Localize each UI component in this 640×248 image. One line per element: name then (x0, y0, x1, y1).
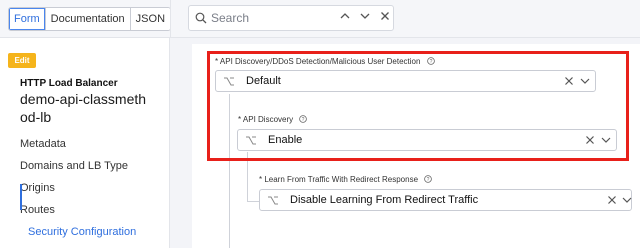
tree-line (247, 201, 259, 202)
object-type: HTTP Load Balancer (20, 78, 118, 89)
search-clear-button[interactable] (378, 9, 392, 23)
nav-item-routes[interactable]: Routes (20, 204, 55, 216)
search-nav (338, 9, 392, 23)
tab-form[interactable]: Form (9, 8, 46, 30)
option-icon (268, 196, 278, 205)
close-icon (381, 12, 389, 20)
help-circle-icon[interactable]: ? (424, 175, 433, 183)
search-prev-button[interactable] (338, 9, 352, 23)
help-circle-icon[interactable]: ? (426, 57, 435, 65)
select-value: Enable (268, 134, 303, 146)
tree-line (229, 94, 230, 248)
view-tabs: Form Documentation JSON (8, 7, 172, 31)
option-icon (224, 77, 234, 86)
api-discovery-select[interactable]: Enable (237, 129, 617, 151)
chevron-down-icon[interactable] (601, 136, 611, 144)
field-label-detection: * API Discovery/DDoS Detection/Malicious… (215, 57, 435, 66)
chevron-down-icon (360, 13, 370, 19)
option-icon (246, 136, 256, 145)
chevron-down-icon[interactable] (622, 196, 632, 204)
close-icon[interactable] (607, 195, 617, 205)
top-divider (170, 0, 171, 38)
nav-item-metadata[interactable]: Metadata (20, 138, 66, 150)
nav-item-security[interactable]: Security Configuration (28, 226, 136, 238)
close-icon[interactable] (585, 135, 595, 145)
close-icon[interactable] (564, 76, 574, 86)
tree-line (247, 152, 248, 202)
tab-documentation[interactable]: Documentation (45, 8, 131, 30)
svg-text:?: ? (427, 177, 430, 183)
learn-redirect-select[interactable]: Disable Learning From Redirect Traffic (259, 189, 632, 211)
object-name: demo-api-classmeth od-lb (20, 91, 147, 125)
field-label-api-discovery: * API Discovery ? (238, 115, 308, 124)
svg-text:?: ? (429, 59, 432, 65)
chevron-up-icon (340, 13, 350, 19)
detection-select[interactable]: Default (215, 70, 596, 92)
svg-text:?: ? (302, 117, 305, 123)
main-gutter (171, 38, 191, 248)
help-circle-icon[interactable]: ? (299, 115, 308, 123)
left-panel: Edit HTTP Load Balancer demo-api-classme… (0, 38, 170, 248)
edit-badge: Edit (8, 53, 36, 68)
select-value: Disable Learning From Redirect Traffic (290, 194, 479, 206)
tab-json[interactable]: JSON (130, 8, 171, 30)
card-top-spacer (192, 38, 640, 44)
active-nav-indicator (20, 184, 22, 210)
chevron-down-icon[interactable] (580, 77, 590, 85)
field-label-learn-redirect: * Learn From Traffic With Redirect Respo… (259, 175, 433, 184)
top-bar: Form Documentation JSON (0, 0, 640, 38)
nav-item-domains[interactable]: Domains and LB Type (20, 160, 128, 172)
search-input[interactable] (211, 9, 321, 27)
search-icon (195, 12, 207, 24)
search-next-button[interactable] (358, 9, 372, 23)
nav-item-origins[interactable]: Origins (20, 182, 55, 194)
select-value: Default (246, 75, 281, 87)
